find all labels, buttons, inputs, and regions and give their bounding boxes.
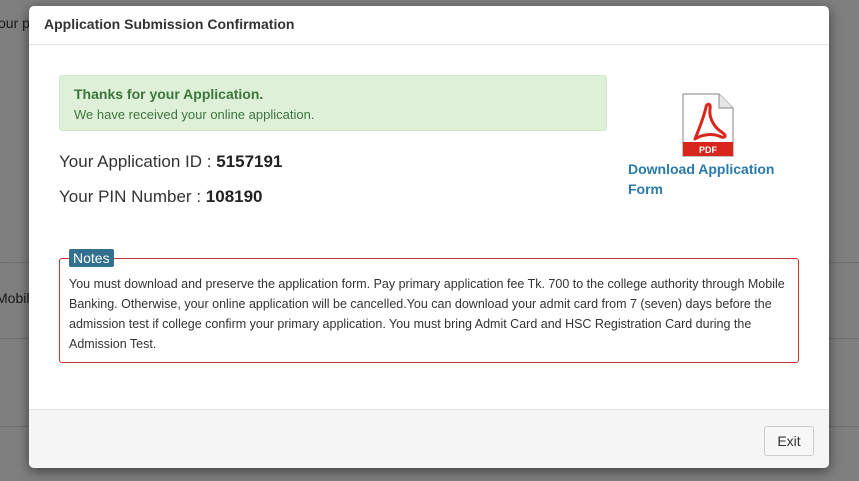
modal-header: Application Submission Confirmation: [29, 6, 829, 45]
application-id-label: Your Application ID :: [59, 152, 217, 171]
modal-footer: Exit: [29, 409, 829, 468]
confirmation-modal: Application Submission Confirmation Than…: [29, 6, 829, 468]
alert-message: We have received your online application…: [74, 107, 315, 122]
notes-label: Notes: [69, 249, 114, 267]
pdf-file-icon[interactable]: PDF: [679, 93, 735, 159]
download-application-form-link[interactable]: Download Application Form: [628, 159, 788, 199]
exit-button[interactable]: Exit: [764, 426, 814, 456]
alert-title: Thanks for your Application.: [74, 86, 264, 102]
pin-number-line: Your PIN Number : 108190: [59, 187, 263, 207]
pin-number-value: 108190: [205, 187, 263, 206]
pin-number-label: Your PIN Number :: [59, 187, 206, 206]
notes-text: You must download and preserve the appli…: [69, 277, 785, 351]
application-id-line: Your Application ID : 5157191: [59, 152, 282, 172]
pdf-icon-label: PDF: [699, 145, 718, 155]
application-id-value: 5157191: [216, 152, 283, 171]
modal-title: Application Submission Confirmation: [44, 16, 295, 32]
success-alert: Thanks for your Application. We have rec…: [59, 75, 607, 131]
